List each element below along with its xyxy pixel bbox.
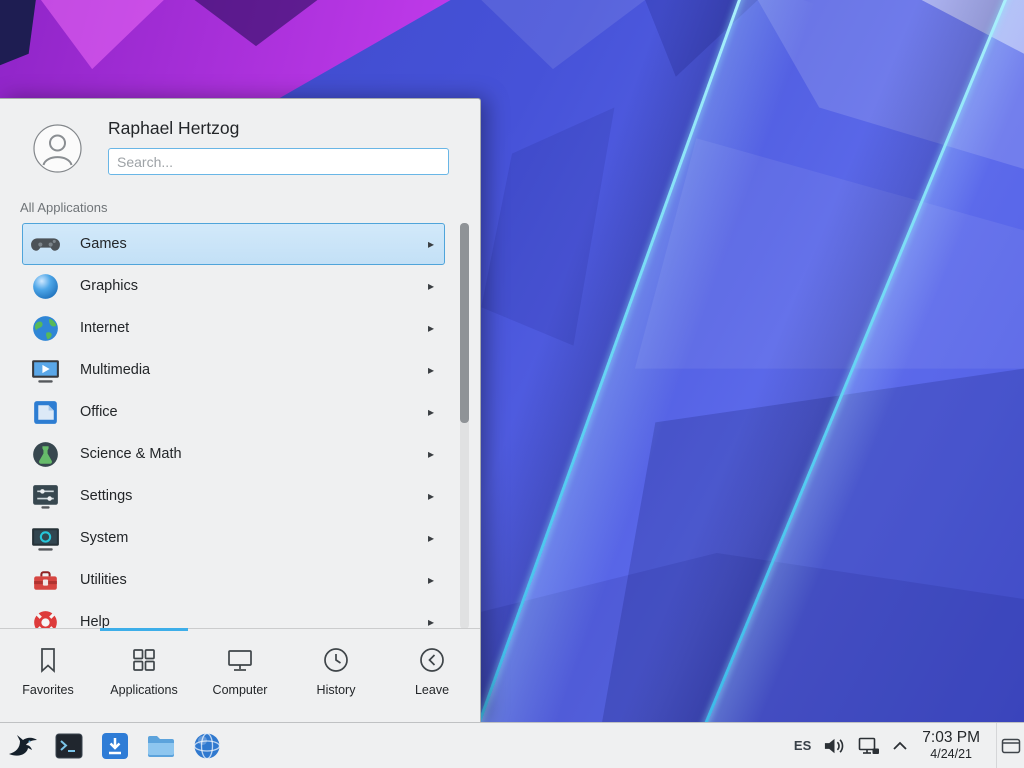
category-label: Help	[80, 614, 110, 629]
category-item-games[interactable]: Games ▸	[22, 223, 445, 265]
taskbar-app-software-center[interactable]	[99, 730, 131, 762]
submenu-arrow-icon: ▸	[428, 447, 434, 461]
taskbar-app-file-manager[interactable]	[145, 730, 177, 762]
taskbar-app-icons	[0, 730, 223, 762]
media-player-icon	[29, 354, 62, 387]
web-browser-icon	[191, 730, 223, 762]
scrollbar-thumb[interactable]	[460, 223, 469, 423]
leave-icon	[417, 645, 447, 675]
category-label: Settings	[80, 488, 132, 504]
tab-leave[interactable]: Leave	[384, 629, 480, 722]
taskbar: ES 7:03 PM 4/24/21	[0, 722, 1024, 768]
sliders-icon	[29, 480, 62, 513]
toolbox-icon	[29, 564, 62, 597]
taskbar-app-terminal[interactable]	[53, 730, 85, 762]
network-control[interactable]	[858, 736, 880, 756]
category-item-multimedia[interactable]: Multimedia ▸	[22, 349, 445, 391]
volume-icon	[823, 736, 846, 756]
tab-label: History	[317, 683, 356, 697]
lifebuoy-icon	[29, 606, 62, 630]
search-input[interactable]	[108, 148, 449, 175]
bookmark-icon	[33, 645, 63, 675]
category-item-settings[interactable]: Settings ▸	[22, 475, 445, 517]
section-label: All Applications	[20, 200, 107, 215]
launcher-tab-bar: Favorites Applications Computer History	[0, 628, 480, 722]
category-label: Internet	[80, 320, 129, 336]
kali-launcher-icon	[7, 730, 39, 762]
clock-icon	[321, 645, 351, 675]
category-item-utilities[interactable]: Utilities ▸	[22, 559, 445, 601]
apps-grid-icon	[129, 645, 159, 675]
clock-date: 4/24/21	[922, 747, 980, 761]
system-tray: ES 7:03 PM 4/24/21	[794, 723, 1024, 768]
user-avatar[interactable]	[33, 124, 82, 173]
system-monitor-icon	[29, 522, 62, 555]
scrollbar[interactable]	[460, 223, 469, 629]
document-icon	[29, 396, 62, 429]
tray-expander[interactable]	[892, 741, 908, 751]
category-item-internet[interactable]: Internet ▸	[22, 307, 445, 349]
tab-label: Favorites	[22, 683, 73, 697]
volume-control[interactable]	[823, 736, 846, 756]
category-item-office[interactable]: Office ▸	[22, 391, 445, 433]
show-desktop-icon	[1001, 738, 1021, 754]
tab-label: Computer	[213, 683, 268, 697]
submenu-arrow-icon: ▸	[428, 279, 434, 293]
keyboard-layout-indicator[interactable]: ES	[794, 738, 811, 753]
tab-applications[interactable]: Applications	[96, 629, 192, 722]
folder-icon	[145, 730, 177, 762]
category-item-science-math[interactable]: Science & Math ▸	[22, 433, 445, 475]
user-icon	[33, 124, 82, 173]
sphere-icon	[29, 270, 62, 303]
clock[interactable]: 7:03 PM 4/24/21	[922, 729, 980, 761]
gamepad-icon	[29, 228, 62, 261]
category-item-help[interactable]: Help ▸	[22, 601, 445, 629]
tab-favorites[interactable]: Favorites	[0, 629, 96, 722]
submenu-arrow-icon: ▸	[428, 363, 434, 377]
category-item-graphics[interactable]: Graphics ▸	[22, 265, 445, 307]
category-label: Multimedia	[80, 362, 150, 378]
clock-time: 7:03 PM	[922, 729, 980, 747]
submenu-arrow-icon: ▸	[428, 573, 434, 587]
tab-computer[interactable]: Computer	[192, 629, 288, 722]
network-icon	[858, 736, 880, 756]
category-label: Utilities	[80, 572, 127, 588]
submenu-arrow-icon: ▸	[428, 321, 434, 335]
category-label: Games	[80, 236, 127, 252]
taskbar-app-browser[interactable]	[191, 730, 223, 762]
submenu-arrow-icon: ▸	[428, 237, 434, 251]
user-name: Raphael Hertzog	[108, 118, 239, 139]
category-label: Office	[80, 404, 118, 420]
desktop: Raphael Hertzog All Applications Games ▸…	[0, 0, 1024, 768]
submenu-arrow-icon: ▸	[428, 405, 434, 419]
computer-icon	[225, 645, 255, 675]
tab-label: Applications	[110, 683, 177, 697]
submenu-arrow-icon: ▸	[428, 531, 434, 545]
submenu-arrow-icon: ▸	[428, 489, 434, 503]
tab-history[interactable]: History	[288, 629, 384, 722]
tab-label: Leave	[415, 683, 449, 697]
category-label: Science & Math	[80, 446, 182, 462]
category-item-system[interactable]: System ▸	[22, 517, 445, 559]
taskbar-app-launcher[interactable]	[7, 730, 39, 762]
flask-icon	[29, 438, 62, 471]
submenu-arrow-icon: ▸	[428, 615, 434, 629]
software-center-icon	[99, 730, 131, 762]
application-category-list: Games ▸ Graphics ▸ Internet ▸	[22, 223, 445, 629]
application-launcher-popup: Raphael Hertzog All Applications Games ▸…	[0, 98, 481, 722]
show-desktop-button[interactable]	[996, 723, 1024, 768]
chevron-up-icon	[892, 741, 908, 751]
terminal-icon	[53, 730, 85, 762]
category-label: Graphics	[80, 278, 138, 294]
globe-icon	[29, 312, 62, 345]
category-label: System	[80, 530, 128, 546]
